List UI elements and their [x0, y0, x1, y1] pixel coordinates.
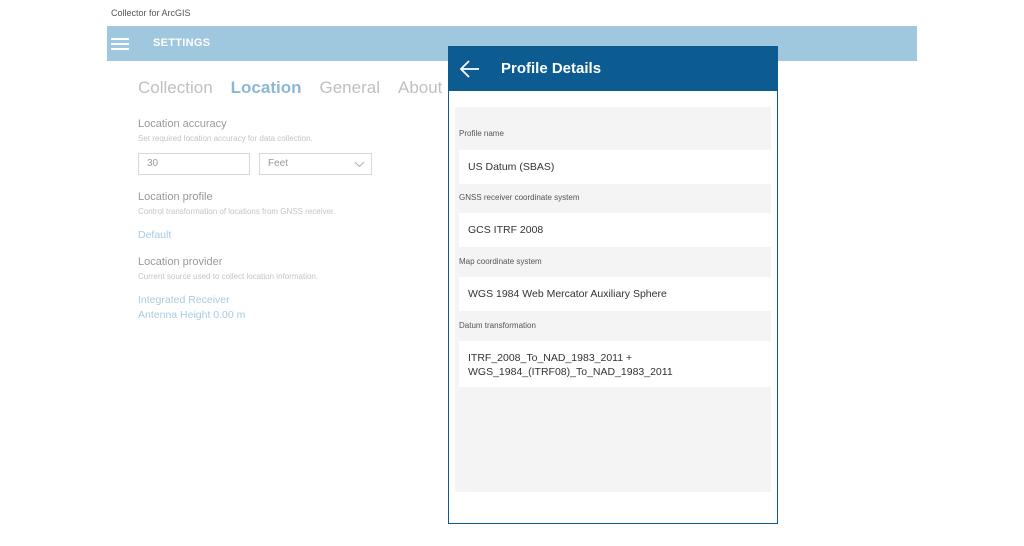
datum-transformation-field[interactable]: ITRF_2008_To_NAD_1983_2011 + WGS_1984_(I…	[459, 341, 771, 387]
datum-transformation-label: Datum transformation	[459, 321, 536, 330]
dialog-title: Profile Details	[501, 60, 602, 77]
back-arrow-icon[interactable]	[458, 57, 482, 81]
dialog-header: Profile Details	[449, 47, 777, 91]
gnss-cs-label: GNSS receiver coordinate system	[459, 193, 580, 202]
location-provider-receiver: Integrated Receiver	[138, 294, 230, 306]
map-cs-field[interactable]: WGS 1984 Web Mercator Auxiliary Sphere	[459, 277, 771, 311]
accuracy-unit-select[interactable]: Feet	[259, 153, 372, 175]
profile-name-label: Profile name	[459, 129, 504, 138]
location-profile-title: Location profile	[138, 191, 213, 203]
tab-general[interactable]: General	[320, 78, 380, 98]
accuracy-input[interactable]: 30	[138, 153, 250, 175]
settings-tabs: Collection Location General About	[138, 78, 460, 98]
location-provider-title: Location provider	[138, 256, 223, 268]
header-title: SETTINGS	[153, 37, 211, 49]
profile-name-field[interactable]: US Datum (SBAS)	[459, 150, 771, 184]
accuracy-unit-value: Feet	[268, 158, 289, 169]
tab-about[interactable]: About	[398, 78, 442, 98]
profile-details-dialog: Profile Details Profile name US Datum (S…	[448, 46, 778, 524]
tab-location[interactable]: Location	[231, 78, 302, 98]
chevron-down-icon	[354, 154, 365, 181]
hamburger-menu-icon[interactable]	[111, 38, 129, 50]
datum-transformation-line-2: WGS_1984_(ITRF08)_To_NAD_1983_2011	[468, 366, 673, 378]
accuracy-row: 30 Feet	[138, 153, 438, 177]
datum-transformation-line-1: ITRF_2008_To_NAD_1983_2011 +	[468, 352, 633, 364]
dialog-content: Profile name US Datum (SBAS) GNSS receiv…	[455, 107, 771, 492]
settings-body: Location accuracy Set required location …	[138, 118, 438, 323]
location-profile-link[interactable]: Default	[138, 228, 438, 243]
location-provider-description: Current source used to collect location …	[138, 272, 319, 281]
location-provider-link[interactable]: Integrated Receiver Antenna Height 0.00 …	[138, 293, 438, 323]
location-profile-description: Control transformation of locations from…	[138, 207, 336, 216]
location-accuracy-title: Location accuracy	[138, 118, 227, 130]
map-cs-label: Map coordinate system	[459, 257, 542, 266]
location-provider-antenna: Antenna Height 0.00 m	[138, 309, 246, 321]
tab-collection[interactable]: Collection	[138, 78, 213, 98]
app-title: Collector for ArcGIS	[111, 8, 191, 18]
gnss-cs-field[interactable]: GCS ITRF 2008	[459, 213, 771, 247]
location-accuracy-description: Set required location accuracy for data …	[138, 134, 313, 143]
